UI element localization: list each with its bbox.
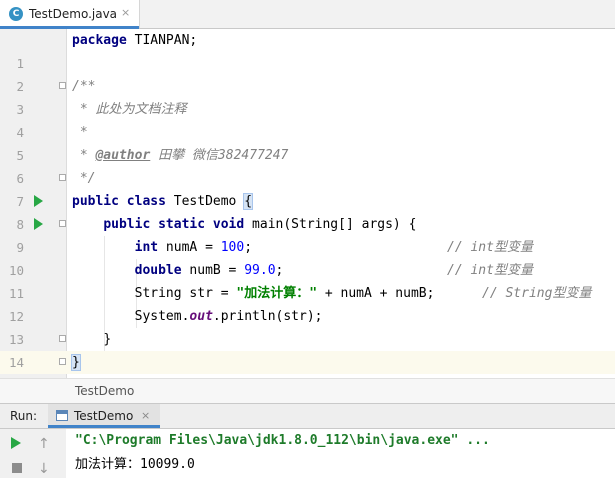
doc-comment-close: */ <box>72 171 96 186</box>
line-comment: // String型变量 <box>482 286 592 301</box>
method-signature: main(String[] args) { <box>244 217 417 232</box>
keyword: public <box>72 194 119 209</box>
run-gutter-icon[interactable] <box>34 195 43 207</box>
close-icon[interactable]: × <box>141 409 150 423</box>
code-editor[interactable]: 1 package TIANPAN; 2 3 /** 4 * 此处为文档注释 5… <box>0 29 615 378</box>
semicolon: ; <box>244 240 253 255</box>
run-tab-label: TestDemo <box>74 409 134 423</box>
code-line: 8 public class TestDemo { <box>0 190 615 232</box>
run-toolbar: Run: TestDemo × <box>0 403 615 429</box>
matched-brace: { <box>243 193 254 210</box>
active-tab-indicator <box>48 425 160 428</box>
fold-icon[interactable] <box>59 335 66 342</box>
run-tab-testdemo[interactable]: TestDemo × <box>48 404 160 428</box>
number-literal: 100 <box>220 240 245 255</box>
method-call: .println(str); <box>212 309 323 324</box>
semicolon: ; <box>275 263 284 278</box>
java-class-icon: C <box>9 7 23 21</box>
file-tab-label: TestDemo.java <box>29 7 118 21</box>
doc-comment-star: * <box>72 125 88 140</box>
doc-comment-open: /** <box>72 79 96 94</box>
code-line: 1 package TIANPAN; <box>0 29 615 71</box>
console-command-line: "C:\Program Files\Java\jdk1.8.0_112\bin\… <box>75 433 490 448</box>
fold-icon[interactable] <box>59 220 66 227</box>
code-line: 2 <box>0 52 615 94</box>
code-line: 10 int numA = 100; // int型变量 <box>0 236 615 278</box>
doc-comment-text: * 此处为文档注释 <box>72 102 187 117</box>
code-line: 12 String str = "加法计算：" + numA + numB; /… <box>0 282 615 324</box>
line-comment: // int型变量 <box>447 240 533 255</box>
code-line: 5 * <box>0 121 615 163</box>
keyword: void <box>205 217 245 232</box>
editor-tab-bar: C TestDemo.java × <box>0 0 615 29</box>
author-text: 田攀 微信382477247 <box>150 148 289 163</box>
keyword: class <box>118 194 166 209</box>
doc-comment-star: * <box>72 148 96 163</box>
code-line: 14 } <box>0 328 615 370</box>
code-line: 7 */ <box>0 167 615 209</box>
line-comment: // int型变量 <box>447 263 533 278</box>
matched-brace: } <box>71 354 81 371</box>
var-decl: String str = <box>134 286 237 301</box>
console-output-line: 加法计算：10099.0 <box>75 457 195 472</box>
code-line: 13 System.out.println(str); <box>0 305 615 347</box>
run-label: Run: <box>10 409 38 423</box>
package-name: TIANPAN; <box>126 33 198 48</box>
code-line: 9 public static void main(String[] args)… <box>0 213 615 255</box>
keyword: int <box>134 240 159 255</box>
fold-icon[interactable] <box>59 358 66 365</box>
fold-icon[interactable] <box>59 82 66 89</box>
stop-icon[interactable] <box>12 463 22 473</box>
var-decl: numA = <box>158 240 221 255</box>
code-line: 15 } <box>0 351 615 374</box>
arrow-down-icon[interactable]: ↓ <box>38 462 52 476</box>
file-tab-testdemo[interactable]: C TestDemo.java × <box>0 0 140 29</box>
concat-expr: + numA + numB; <box>317 286 435 301</box>
close-brace: } <box>103 332 112 347</box>
system-ref: System. <box>134 309 190 324</box>
number-literal: 99.0 <box>244 263 276 278</box>
breadcrumb[interactable]: TestDemo <box>75 384 134 398</box>
string-literal: "加法计算：" <box>236 286 318 301</box>
static-field: out <box>189 309 213 324</box>
breadcrumb-bar: TestDemo <box>0 378 615 403</box>
var-decl: numB = <box>181 263 245 278</box>
close-icon[interactable]: × <box>121 6 130 20</box>
keyword: public <box>103 217 151 232</box>
keyword: double <box>134 263 182 278</box>
class-name: TestDemo <box>165 194 245 209</box>
keyword: static <box>150 217 206 232</box>
run-console[interactable]: ↑ ↓ "C:\Program Files\Java\jdk1.8.0_112\… <box>0 429 615 478</box>
keyword: package <box>72 33 127 48</box>
fold-icon[interactable] <box>59 174 66 181</box>
code-line: 6 * @author 田攀 微信382477247 <box>0 144 615 186</box>
arrow-up-icon[interactable]: ↑ <box>38 437 52 451</box>
console-toolbar <box>0 429 66 478</box>
code-line: 4 * 此处为文档注释 <box>0 98 615 140</box>
author-tag: @author <box>95 148 151 163</box>
run-gutter-icon[interactable] <box>34 218 43 230</box>
code-line: 11 double numB = 99.0; // int型变量 <box>0 259 615 301</box>
run-icon[interactable] <box>11 437 21 449</box>
code-line: 3 /** <box>0 75 615 117</box>
console-icon <box>56 410 68 421</box>
